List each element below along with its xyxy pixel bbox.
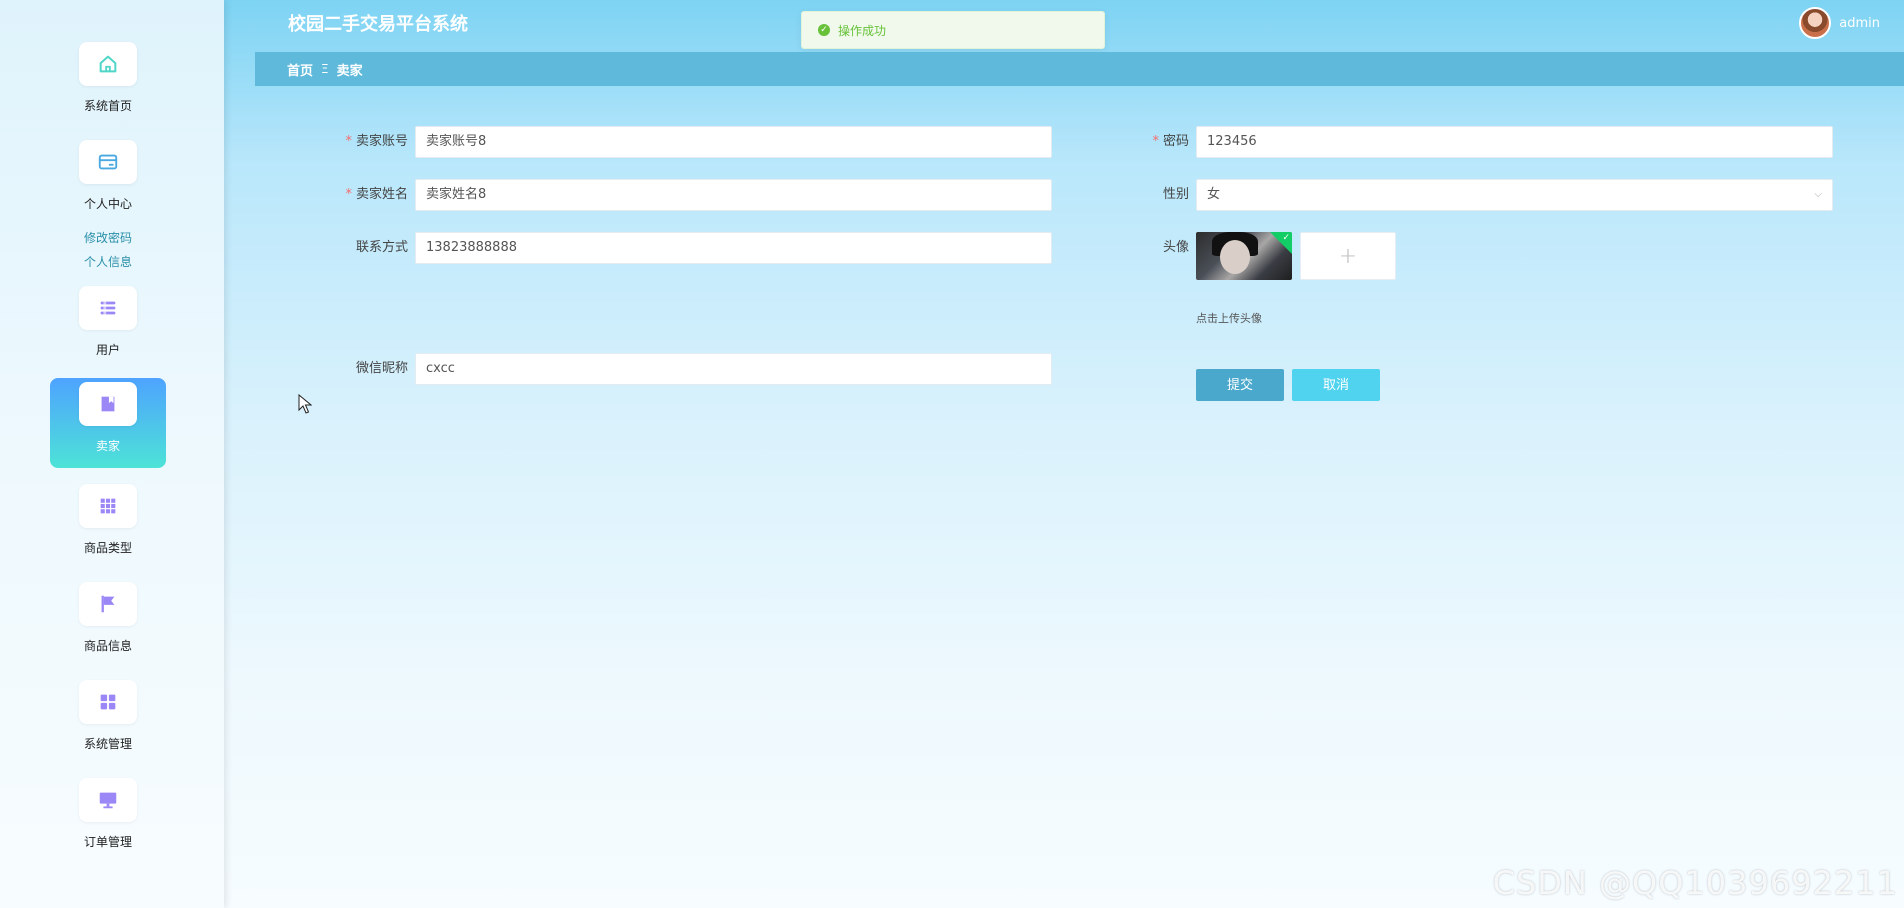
wechat-label: 微信昵称 <box>355 361 408 376</box>
tiles-icon <box>79 680 137 724</box>
wechat-input[interactable]: cxcc <box>415 353 1052 385</box>
name-input[interactable]: 卖家姓名8 <box>415 179 1052 211</box>
avatar-thumbnail[interactable]: ✓ <box>1196 232 1292 280</box>
sidebar-item-label: 商品类型 <box>83 541 132 555</box>
sidebar-item-seller[interactable]: 卖家 <box>50 378 166 468</box>
name-label: * 卖家姓名 <box>345 187 408 202</box>
upload-hint: 点击上传头像 <box>1196 312 1262 325</box>
upload-add-button[interactable]: + <box>1300 232 1396 280</box>
password-input[interactable]: 123456 <box>1196 126 1833 158</box>
check-icon: ✓ <box>1282 233 1290 243</box>
password-label: * 密码 <box>1152 134 1189 149</box>
toast-message: 操作成功 <box>838 23 887 38</box>
required-mark: * <box>1152 134 1159 149</box>
sidebar-item-order-management[interactable]: 订单管理 <box>50 774 166 864</box>
sidebar-item-system-management[interactable]: 系统管理 <box>50 676 166 766</box>
required-mark: * <box>345 134 352 149</box>
thumbnail-face <box>1220 240 1250 274</box>
sidebar-item-label: 卖家 <box>95 439 120 453</box>
phone-label: 联系方式 <box>355 240 408 255</box>
submenu-change-password[interactable]: 修改密码 <box>50 229 166 246</box>
avatar[interactable] <box>1799 7 1832 39</box>
list-icon <box>79 286 137 330</box>
check-circle-icon: ✓ <box>818 24 830 36</box>
app-title: 校园二手交易平台系统 <box>288 14 468 35</box>
breadcrumb-separator: Ξ <box>321 62 329 76</box>
breadcrumb: 首页 Ξ 卖家 <box>255 52 1904 86</box>
card-icon <box>79 140 137 184</box>
submenu-personal-info[interactable]: 个人信息 <box>50 253 166 270</box>
sidebar-item-label: 订单管理 <box>83 835 132 849</box>
phone-input[interactable]: 13823888888 <box>415 232 1052 264</box>
sidebar: 系统首页 个人中心 修改密码 个人信息 用户 卖家 商品类型 商品信息 系统管理… <box>0 0 224 908</box>
breadcrumb-home[interactable]: 首页 <box>287 60 313 79</box>
mouse-cursor-icon <box>298 393 313 418</box>
user-menu[interactable]: admin <box>1799 6 1880 40</box>
sidebar-item-label: 个人中心 <box>83 197 132 211</box>
gender-select[interactable]: 女 ⌵ <box>1196 179 1833 211</box>
sidebar-item-label: 商品信息 <box>83 639 132 653</box>
book-icon <box>79 382 137 426</box>
sidebar-item-users[interactable]: 用户 <box>50 282 166 372</box>
user-name: admin <box>1839 15 1880 31</box>
sidebar-item-label: 系统首页 <box>83 99 132 113</box>
gender-label: 性别 <box>1162 187 1189 202</box>
sidebar-item-home[interactable]: 系统首页 <box>50 38 166 128</box>
cancel-button[interactable]: 取消 <box>1292 369 1380 401</box>
flag-icon <box>79 582 137 626</box>
account-label: * 卖家账号 <box>345 134 408 149</box>
sidebar-item-product-type[interactable]: 商品类型 <box>50 480 166 570</box>
sidebar-item-label: 系统管理 <box>83 737 132 751</box>
success-toast: ✓ 操作成功 <box>801 11 1105 49</box>
breadcrumb-current: 卖家 <box>336 63 363 79</box>
submit-button[interactable]: 提交 <box>1196 369 1284 401</box>
sidebar-item-personal-center[interactable]: 个人中心 <box>50 136 166 226</box>
required-mark: * <box>345 187 352 202</box>
grid-icon <box>79 484 137 528</box>
monitor-icon <box>79 778 137 822</box>
sidebar-item-label: 用户 <box>95 343 120 357</box>
gender-value: 女 <box>1207 187 1221 202</box>
watermark: CSDN @QQ1039692211 <box>1492 864 1898 902</box>
sidebar-item-product-info[interactable]: 商品信息 <box>50 578 166 668</box>
avatar-label: 头像 <box>1162 240 1189 255</box>
home-icon <box>79 42 137 86</box>
account-input[interactable]: 卖家账号8 <box>415 126 1052 158</box>
chevron-down-icon: ⌵ <box>1814 189 1822 200</box>
